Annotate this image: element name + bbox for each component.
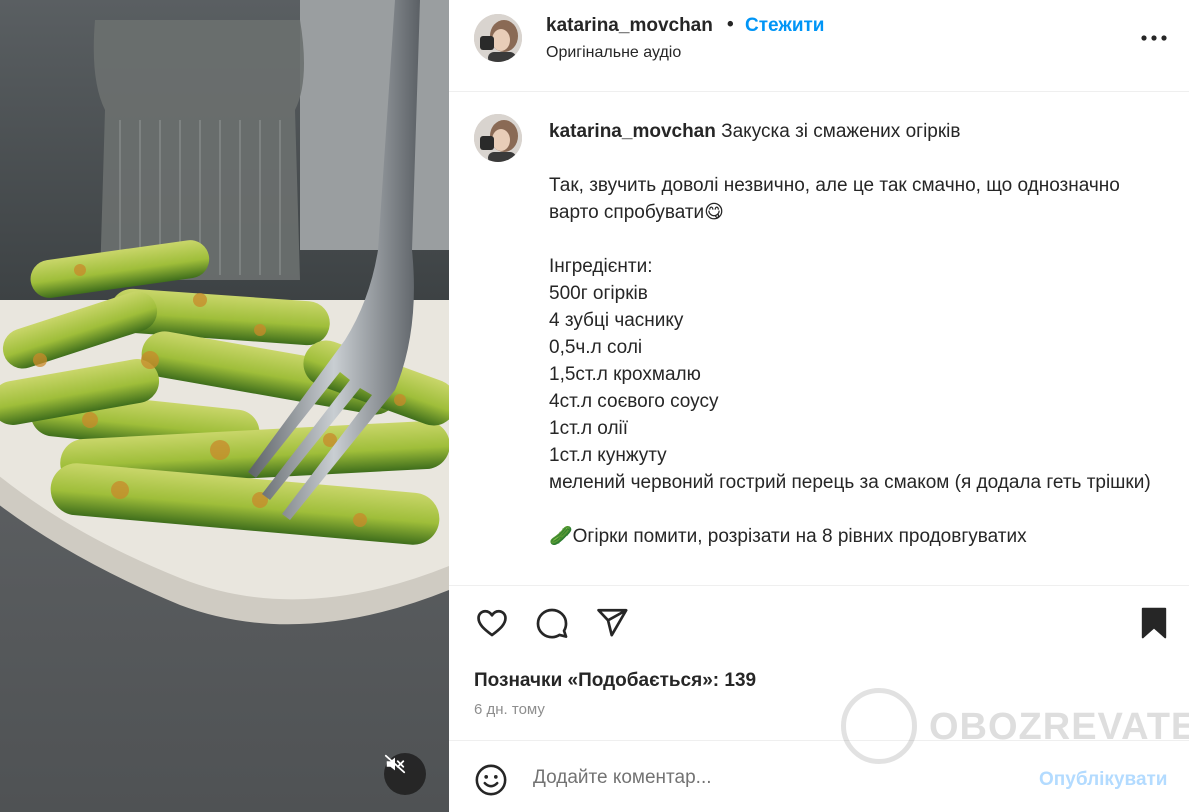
like-button[interactable]	[474, 606, 510, 645]
more-icon	[1141, 35, 1167, 41]
post-header: katarina_movchan • Стежити Оригінальне а…	[449, 0, 1189, 92]
caption-text: katarina_movchan Закуска зі смажених огі…	[549, 118, 1159, 550]
ingredient-item: 1ст.л кунжуту	[549, 445, 667, 466]
ingredient-item: мелений червоний гострий перець за смако…	[549, 472, 1151, 493]
comment-input[interactable]	[533, 763, 1013, 793]
audio-link[interactable]: Оригінальне аудіо	[546, 44, 681, 62]
post-author-username[interactable]: katarina_movchan	[546, 15, 713, 37]
emoji-button[interactable]	[474, 763, 508, 802]
ingredient-item: 0,5ч.л солі	[549, 337, 643, 358]
ingredient-item: 1,5ст.л крохмалю	[549, 364, 701, 385]
heart-icon	[477, 609, 507, 637]
avatar-image	[474, 114, 522, 162]
ingredient-item: 1ст.л олії	[549, 418, 629, 439]
save-button[interactable]	[1139, 606, 1169, 645]
recipe-step: 🥒Огірки помити, розрізати на 8 рівних пр…	[549, 526, 1027, 547]
caption-intro: Так, звучить доволі незвично, але це так…	[549, 175, 1120, 223]
bookmark-icon	[1141, 607, 1167, 639]
avatar-image	[474, 14, 522, 62]
share-button[interactable]	[594, 606, 630, 645]
more-options-button[interactable]	[1139, 28, 1169, 48]
speaker-muted-icon	[384, 754, 406, 774]
emoji-icon	[475, 764, 507, 796]
comment-button[interactable]	[534, 606, 570, 645]
post-panel: katarina_movchan • Стежити Оригінальне а…	[449, 0, 1189, 812]
separator-dot: •	[727, 14, 734, 35]
ingredient-item: 500г огірків	[549, 283, 648, 304]
avatar[interactable]	[474, 114, 522, 162]
avatar[interactable]	[474, 14, 522, 62]
caption-username[interactable]: katarina_movchan	[549, 121, 716, 142]
comment-icon	[536, 608, 568, 639]
post-actions: Позначки «Подобається»: 139 6 дн. тому	[449, 585, 1189, 740]
food-photo	[0, 0, 449, 812]
ingredients-header: Інгредієнти:	[549, 256, 653, 277]
ingredient-item: 4 зубці часнику	[549, 310, 684, 331]
post-media[interactable]	[0, 0, 449, 812]
likes-count[interactable]: Позначки «Подобається»: 139	[474, 670, 756, 692]
mute-toggle-button[interactable]	[384, 753, 426, 795]
comment-bar: Опублікувати	[449, 740, 1189, 812]
caption-section[interactable]: katarina_movchan Закуска зі смажених огі…	[449, 93, 1189, 585]
follow-button[interactable]: Стежити	[745, 15, 824, 37]
post-timestamp[interactable]: 6 дн. тому	[474, 701, 545, 718]
ingredient-item: 4ст.л соєвого соусу	[549, 391, 719, 412]
publish-button[interactable]: Опублікувати	[1039, 769, 1168, 791]
send-icon	[597, 608, 628, 637]
caption-title: Закуска зі смажених огірків	[721, 121, 961, 142]
